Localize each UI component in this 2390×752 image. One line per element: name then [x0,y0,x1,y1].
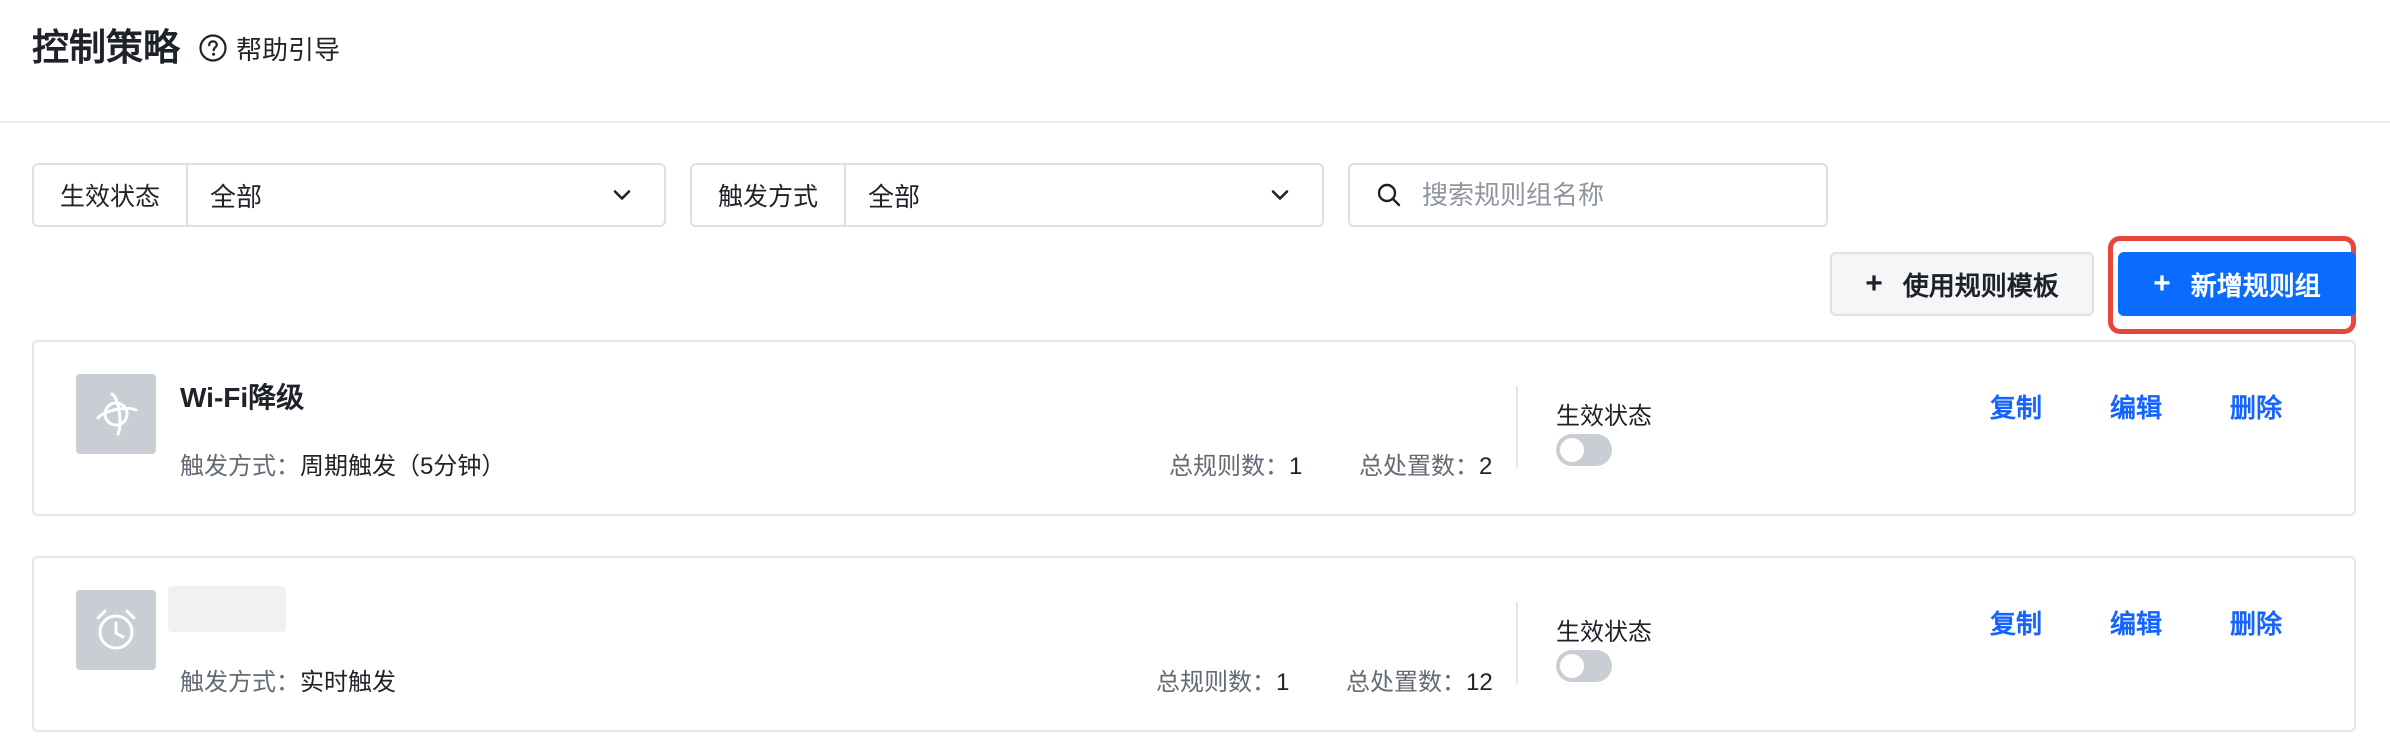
total-actions-label: 总处置数： [1359,453,1479,480]
total-actions-value: 12 [1466,669,1493,696]
use-rule-template-button[interactable]: + 使用规则模板 [1830,252,2094,316]
page-header: 控制策略 帮助引导 [0,0,2390,123]
status-label: 生效状态 [1556,403,1652,430]
total-actions: 总处置数：2 [1359,446,1492,481]
search-input[interactable] [1422,179,1822,211]
add-rule-group-label: 新增规则组 [2190,270,2321,301]
status-toggle[interactable] [1556,650,1612,682]
add-rule-group-button[interactable]: + 新增规则组 [2118,252,2356,316]
toggle-knob [1560,438,1584,462]
orbit-icon [96,392,138,436]
delete-button[interactable]: 删除 [2230,388,2282,425]
trigger-filter-value: 全部 [868,181,921,212]
page-title: 控制策略 [32,27,180,68]
total-rules-value: 1 [1276,669,1290,696]
toggle-knob [1560,654,1584,678]
status-filter-value: 全部 [210,181,263,212]
rule-group-thumbnail [76,374,156,454]
total-rules-value: 1 [1289,453,1303,480]
trigger-filter-label: 触发方式 [692,165,846,225]
help-guide-label: 帮助引导 [236,34,341,65]
total-rules-label: 总规则数： [1156,669,1276,696]
trigger-filter-select[interactable]: 触发方式 全部 [690,163,1324,227]
divider [1516,386,1518,468]
trigger-mode-value: 周期触发（5分钟） [300,453,506,480]
plus-icon: + [2153,267,2171,300]
rule-group-thumbnail [76,590,156,670]
trigger-mode-label: 触发方式： [180,669,300,696]
trigger-mode: 触发方式：实时触发 [180,662,396,697]
divider [1516,602,1518,684]
status-toggle[interactable] [1556,434,1612,466]
search-icon [1377,183,1401,207]
alarm-clock-icon [96,609,136,650]
total-rules-label: 总规则数： [1169,453,1289,480]
total-actions-value: 2 [1479,453,1493,480]
total-actions-label: 总处置数： [1346,669,1466,696]
status-filter-label: 生效状态 [34,165,188,225]
question-circle-icon [199,34,227,62]
chevron-down-icon [613,190,631,200]
total-rules: 总规则数：1 [1169,446,1302,481]
plus-icon: + [1865,267,1883,300]
trigger-mode-label: 触发方式： [180,453,300,480]
search-box [1348,163,1828,227]
rule-group-card: 触发方式：实时触发 总规则数：1 总处置数：12 生效状态 复制 编辑 删除 [32,556,2356,732]
delete-button[interactable]: 删除 [2230,604,2282,641]
rule-group-name-redacted [168,586,286,632]
copy-button[interactable]: 复制 [1990,604,2042,641]
total-rules: 总规则数：1 [1156,662,1289,697]
trigger-mode: 触发方式：周期触发（5分钟） [180,446,505,481]
rule-group-name: Wi-Fi降级 [180,382,305,413]
edit-button[interactable]: 编辑 [2110,388,2162,425]
trigger-mode-value: 实时触发 [300,669,396,696]
total-actions: 总处置数：12 [1346,662,1493,697]
rule-group-card: Wi-Fi降级 触发方式：周期触发（5分钟） 总规则数：1 总处置数：2 生效状… [32,340,2356,516]
edit-button[interactable]: 编辑 [2110,604,2162,641]
use-rule-template-label: 使用规则模板 [1902,270,2059,301]
chevron-down-icon [1271,190,1289,200]
help-guide-link[interactable]: 帮助引导 [198,30,340,66]
status-filter-select[interactable]: 生效状态 全部 [32,163,666,227]
copy-button[interactable]: 复制 [1990,388,2042,425]
status-label: 生效状态 [1556,619,1652,646]
